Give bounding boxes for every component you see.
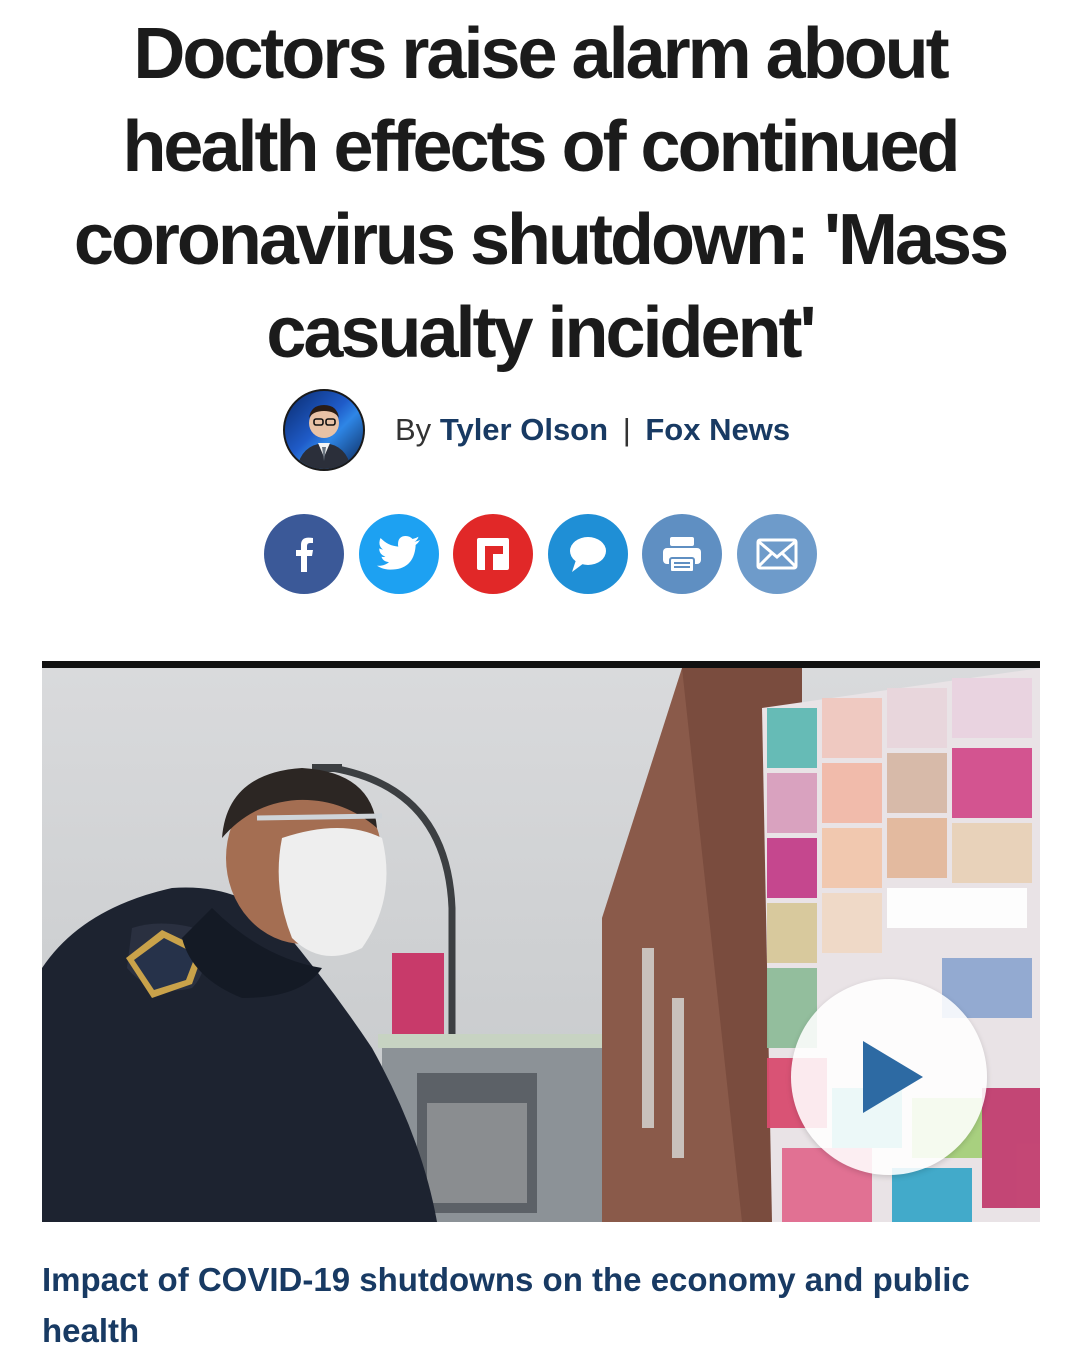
share-facebook-button[interactable]	[264, 514, 344, 594]
flipboard-icon	[477, 538, 510, 570]
author-link[interactable]: Tyler Olson	[440, 412, 608, 447]
facebook-icon	[296, 537, 313, 572]
video-player[interactable]	[42, 661, 1040, 1222]
print-button[interactable]	[642, 514, 723, 594]
share-twitter-button[interactable]	[358, 514, 439, 594]
play-icon	[863, 1041, 923, 1113]
share-buttons	[264, 514, 817, 594]
byline-text: By Tyler Olson | Fox News	[395, 412, 790, 448]
article-headline: Doctors raise alarm about health effects…	[73, 14, 1009, 373]
outlet-link[interactable]: Fox News	[645, 412, 790, 447]
print-icon	[663, 537, 702, 573]
play-button[interactable]	[791, 979, 987, 1175]
byline: By Tyler Olson | Fox News	[283, 388, 790, 472]
email-icon	[756, 538, 798, 570]
share-flipboard-button[interactable]	[453, 514, 534, 594]
byline-prefix: By	[395, 412, 432, 447]
video-caption[interactable]: Impact of COVID-19 shutdowns on the econ…	[42, 1254, 1032, 1356]
twitter-icon	[376, 536, 420, 570]
comment-icon	[569, 537, 606, 572]
author-avatar[interactable]	[283, 389, 365, 471]
email-button[interactable]	[736, 514, 817, 594]
byline-separator: |	[622, 412, 631, 447]
comments-button[interactable]	[547, 514, 628, 594]
